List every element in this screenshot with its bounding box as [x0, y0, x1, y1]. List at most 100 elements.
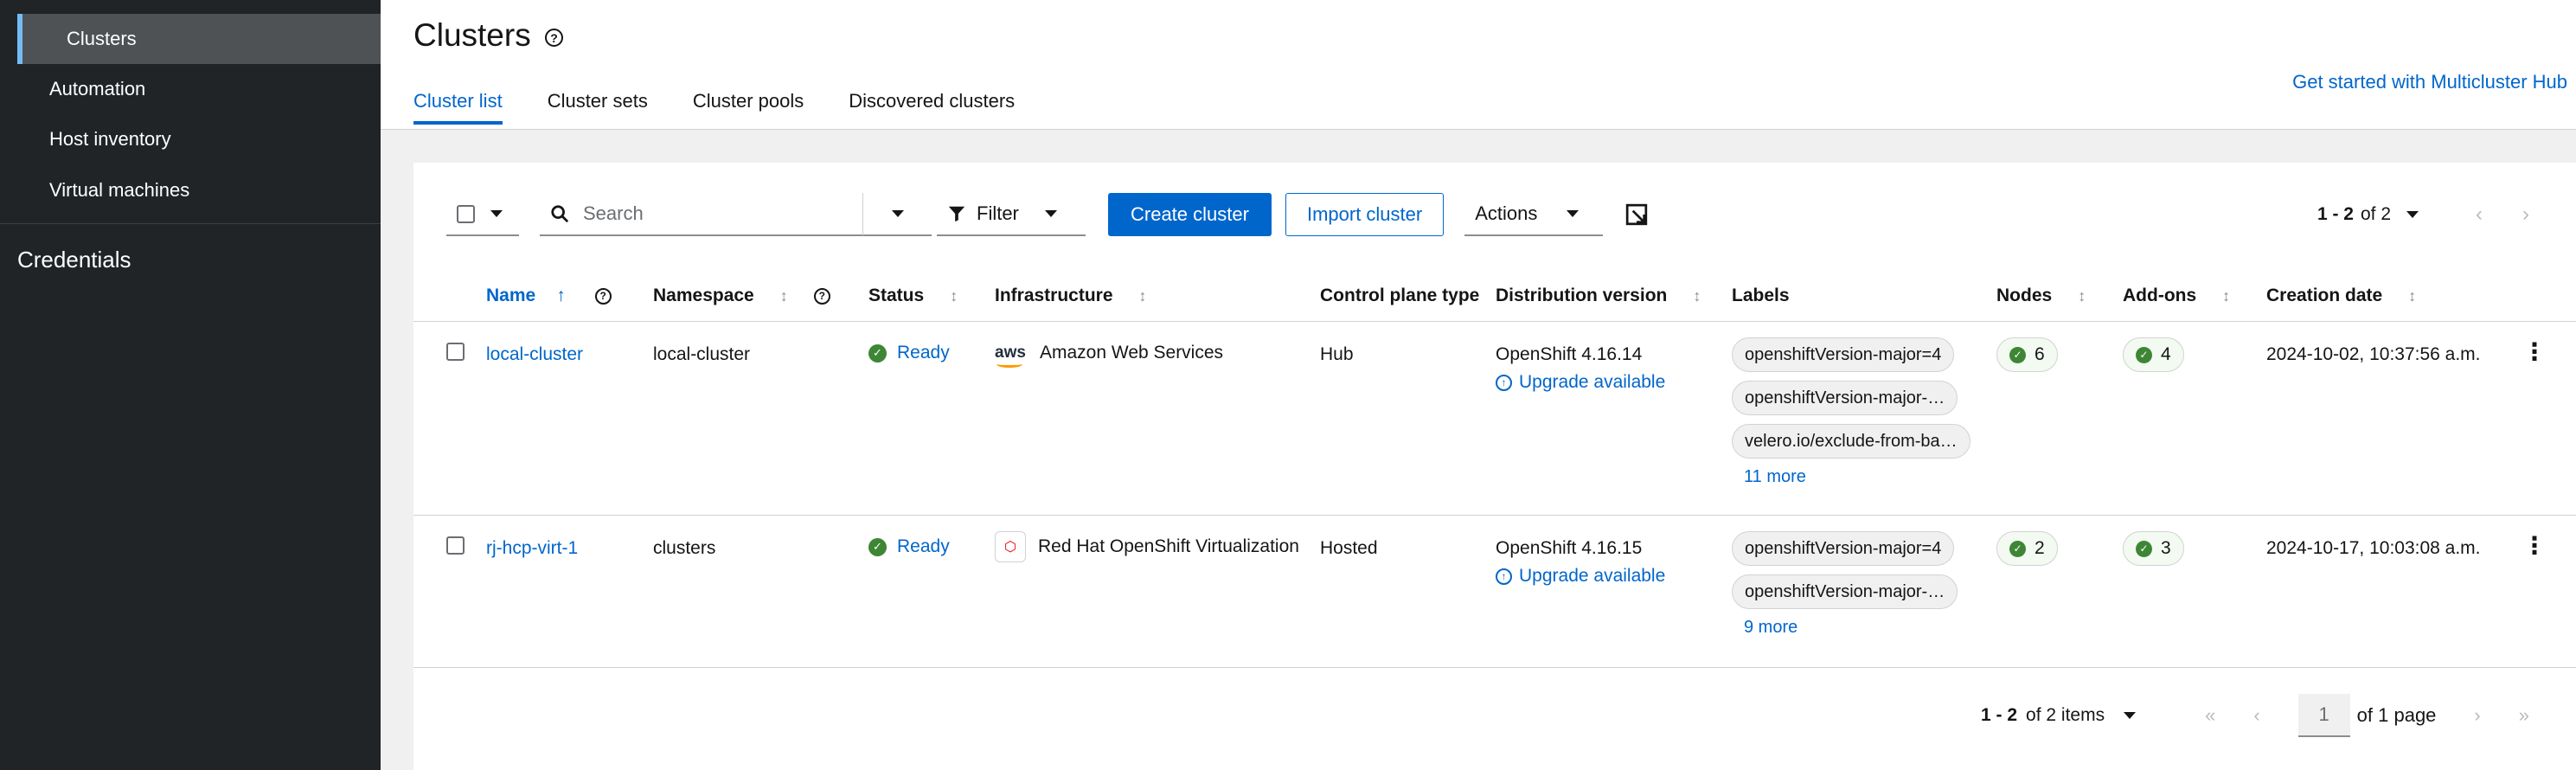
column-header-labels: Labels	[1732, 286, 1790, 306]
addons-count: 4	[2161, 344, 2171, 364]
filter-dropdown[interactable]: Filter	[937, 193, 1086, 236]
chevron-down-icon	[490, 210, 503, 217]
actions-dropdown[interactable]: Actions	[1464, 193, 1604, 236]
nodes-cell[interactable]: ✓ 2	[1996, 531, 2058, 566]
pagination-toggle[interactable]: 1 - 2 of 2	[2317, 204, 2419, 225]
chevron-down-icon	[2124, 712, 2137, 719]
next-page-icon[interactable]: ›	[2522, 202, 2529, 227]
label-chip: openshiftVersion-major-…	[1732, 381, 1958, 415]
status-cell[interactable]: ✓ Ready	[868, 536, 950, 557]
nodes-badge: ✓ 2	[1996, 531, 2058, 566]
row-checkbox[interactable]	[446, 343, 465, 366]
column-header-name[interactable]: Name ↑ ?	[486, 286, 612, 306]
last-page-icon[interactable]: »	[2519, 704, 2529, 727]
kebab-menu-icon[interactable]: ⋮	[2522, 531, 2547, 560]
sidebar-item-credentials[interactable]: Credentials	[17, 247, 131, 273]
column-header-nodes[interactable]: Nodes ↕	[1996, 286, 2086, 306]
check-circle-icon: ✓	[2009, 540, 2026, 557]
bulk-select[interactable]	[446, 193, 519, 236]
sort-icon: ↕	[950, 286, 958, 305]
help-icon[interactable]: ?	[813, 287, 830, 305]
check-circle-icon: ✓	[2136, 540, 2152, 557]
cluster-name-link[interactable]: rj-hcp-virt-1	[486, 538, 578, 559]
namespace-cell: clusters	[653, 538, 716, 558]
next-page-icon[interactable]: ›	[2474, 704, 2480, 727]
get-started-link[interactable]: Get started with Multicluster Hub	[2292, 71, 2567, 93]
select-all-checkbox[interactable]	[457, 204, 475, 223]
column-header-add-ons[interactable]: Add-ons ↕	[2123, 286, 2230, 306]
kebab-menu-icon[interactable]: ⋮	[2522, 337, 2547, 366]
prev-page-icon[interactable]: ‹	[2253, 704, 2259, 727]
nodes-count: 2	[2035, 538, 2045, 558]
control-plane-cell: Hub	[1320, 344, 1354, 364]
search-options-toggle[interactable]	[862, 193, 932, 236]
addons-cell[interactable]: ✓ 4	[2123, 337, 2184, 372]
table-row: local-cluster local-cluster ✓ Ready aws …	[413, 322, 2576, 516]
import-cluster-button[interactable]: Import cluster	[1285, 193, 1445, 236]
sidebar-item-clusters[interactable]: Clusters	[17, 14, 381, 64]
nodes-count: 6	[2035, 344, 2045, 364]
tab-cluster-sets[interactable]: Cluster sets	[548, 90, 648, 125]
control-plane-cell: Hosted	[1320, 538, 1378, 558]
prev-page-icon[interactable]: ‹	[2476, 202, 2483, 227]
status-cell[interactable]: ✓ Ready	[868, 343, 950, 363]
nodes-cell[interactable]: ✓ 6	[1996, 337, 2058, 372]
pagination-nav: « ‹ 1 of 1 page › »	[2205, 694, 2529, 737]
table-header: Name ↑ ? Namespace ↕ ? Status ↕ Infrastr…	[413, 270, 2576, 322]
column-header-distribution-version[interactable]: Distribution version ↕	[1496, 286, 1701, 306]
sidebar-item-label: Host inventory	[49, 128, 171, 150]
pagination-per-page-toggle[interactable]: 1 - 2 of 2 items	[1981, 705, 2137, 726]
column-header-infrastructure[interactable]: Infrastructure ↕	[995, 286, 1147, 306]
create-cluster-button[interactable]: Create cluster	[1108, 193, 1272, 236]
table-row: rj-hcp-virt-1 clusters ✓ Ready ⬡ Red Hat…	[413, 516, 2576, 668]
infrastructure-cell: aws Amazon Web Services	[995, 343, 1223, 368]
sidebar: Clusters Automation Host inventory Virtu…	[0, 0, 381, 770]
pagination-total: of 2	[2360, 204, 2391, 224]
column-label: Name	[486, 286, 536, 305]
help-icon[interactable]: ?	[545, 29, 563, 47]
label-chip: openshiftVersion-major-…	[1732, 574, 1958, 609]
aws-logo-icon: aws	[995, 343, 1028, 368]
search-input[interactable]	[583, 202, 843, 225]
upgrade-link[interactable]: ↑ Upgrade available	[1496, 372, 1665, 393]
sidebar-item-virtual-machines[interactable]: Virtual machines	[0, 165, 381, 215]
column-header-creation-date[interactable]: Creation date ↕	[2266, 286, 2416, 306]
arrow-up-circle-icon: ↑	[1496, 568, 1512, 585]
labels-cell: openshiftVersion-major=4 openshiftVersio…	[1732, 531, 1958, 638]
version-label: OpenShift 4.16.14	[1496, 344, 1643, 364]
sidebar-item-label: Clusters	[67, 28, 137, 49]
column-label: Control plane type	[1320, 286, 1480, 305]
page-total: of 1 page	[2356, 704, 2437, 726]
sidebar-item-host-inventory[interactable]: Host inventory	[0, 114, 381, 164]
pagination-arrows: ‹ ›	[2476, 202, 2529, 227]
sidebar-item-automation[interactable]: Automation	[0, 64, 381, 114]
tab-cluster-pools[interactable]: Cluster pools	[693, 90, 804, 125]
help-icon[interactable]: ?	[594, 287, 612, 305]
row-checkbox[interactable]	[446, 536, 465, 560]
upgrade-link[interactable]: ↑ Upgrade available	[1496, 566, 1665, 587]
first-page-icon[interactable]: «	[2205, 704, 2215, 727]
page-header: Clusters ? Cluster list Cluster sets Clu…	[381, 0, 2576, 130]
upgrade-label: Upgrade available	[1519, 372, 1666, 392]
more-labels-link[interactable]: 9 more	[1732, 618, 1958, 638]
openshift-virtualization-icon: ⬡	[995, 531, 1026, 562]
sort-asc-icon: ↑	[556, 286, 566, 305]
sidebar-divider	[0, 223, 381, 224]
filter-icon	[948, 206, 965, 222]
column-header-status[interactable]: Status ↕	[868, 286, 958, 306]
search-icon	[551, 205, 569, 223]
column-label: Nodes	[1996, 286, 2053, 305]
column-header-namespace[interactable]: Namespace ↕ ?	[653, 286, 830, 306]
addons-cell[interactable]: ✓ 3	[2123, 531, 2184, 566]
tab-discovered-clusters[interactable]: Discovered clusters	[849, 90, 1015, 125]
manage-columns-icon[interactable]	[1625, 203, 1648, 226]
status-label: Ready	[897, 536, 950, 556]
page-number-input[interactable]: 1	[2297, 694, 2350, 737]
label-chip: openshiftVersion-major=4	[1732, 531, 1955, 566]
pagination-range: 1 - 2	[2316, 204, 2354, 224]
cluster-name-link[interactable]: local-cluster	[486, 344, 583, 365]
more-labels-link[interactable]: 11 more	[1732, 467, 1970, 487]
sort-icon: ↕	[1693, 286, 1701, 305]
column-label: Status	[868, 286, 925, 305]
tab-cluster-list[interactable]: Cluster list	[413, 90, 503, 125]
